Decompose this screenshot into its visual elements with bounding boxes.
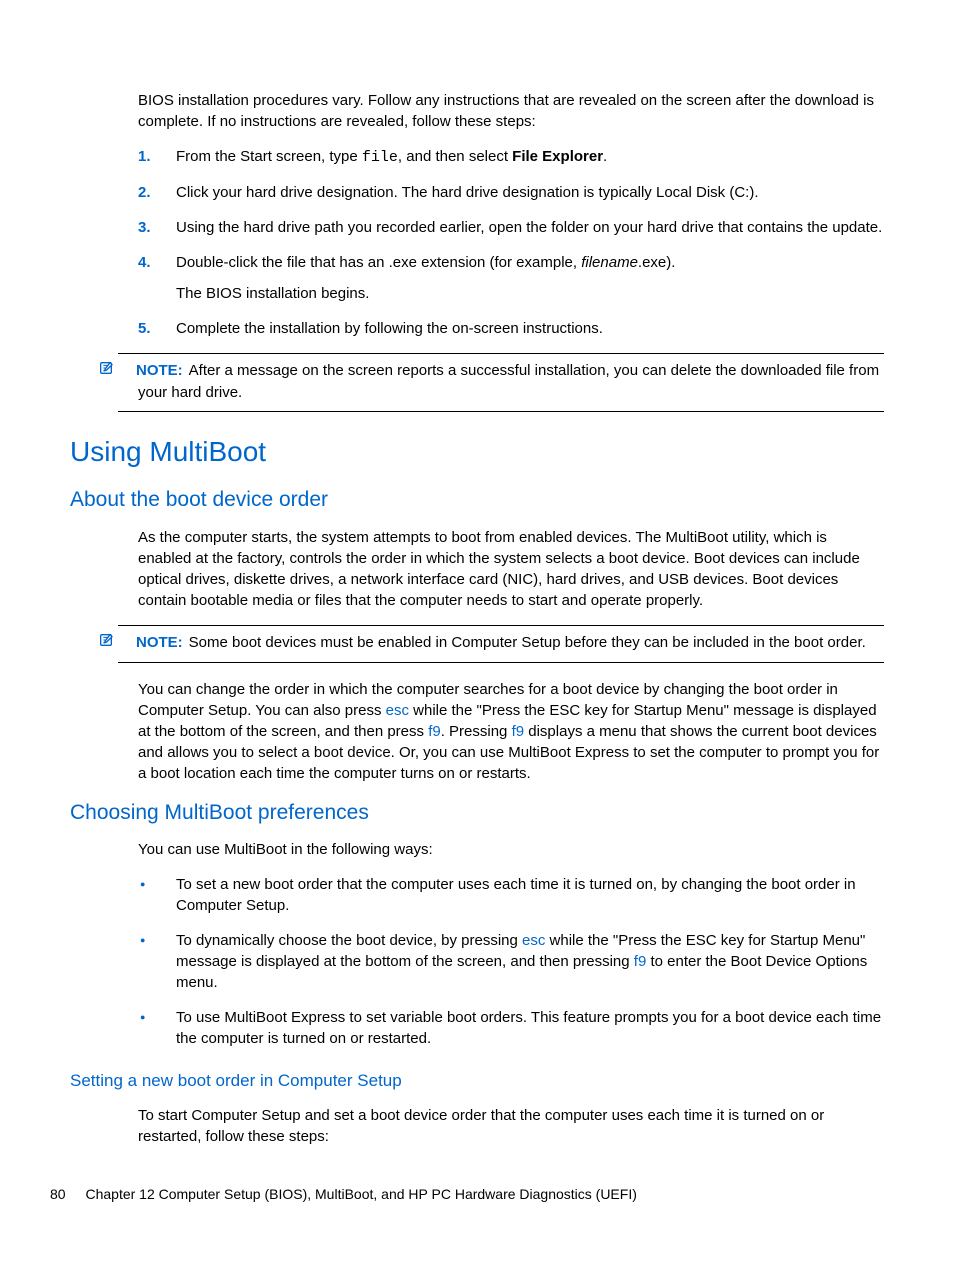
note-block-2: NOTE: Some boot devices must be enabled i… xyxy=(118,625,884,663)
about-paragraph: As the computer starts, the system attem… xyxy=(138,527,884,611)
step-number: 5. xyxy=(138,318,151,339)
bullet-text: To set a new boot order that the compute… xyxy=(176,876,856,914)
code-text: file xyxy=(362,149,398,166)
step-text: From the Start screen, type xyxy=(176,148,362,165)
heading-using-multiboot: Using MultiBoot xyxy=(70,432,884,471)
step-text: Click your hard drive designation. The h… xyxy=(176,184,759,201)
bios-steps-list: 1. From the Start screen, type file, and… xyxy=(138,146,884,339)
step-text: . xyxy=(603,148,607,165)
note-icon xyxy=(118,360,136,382)
italic-text: filename xyxy=(581,254,638,271)
note-block-1: NOTE:After a message on the screen repor… xyxy=(118,353,884,412)
step-number: 3. xyxy=(138,217,151,238)
note-icon xyxy=(118,632,136,654)
heading-setting-new-boot-order: Setting a new boot order in Computer Set… xyxy=(70,1069,884,1093)
step-text: Complete the installation by following t… xyxy=(176,320,603,337)
step-sub-paragraph: The BIOS installation begins. xyxy=(176,283,884,304)
change-order-paragraph: You can change the order in which the co… xyxy=(138,679,884,784)
step-number: 2. xyxy=(138,182,151,203)
note-text: Some boot devices must be enabled in Com… xyxy=(189,634,866,651)
step-text: , and then select xyxy=(398,148,512,165)
note-text: After a message on the screen reports a … xyxy=(138,362,879,401)
bullet-text: To use MultiBoot Express to set variable… xyxy=(176,1009,881,1047)
step-text: Double-click the file that has an .exe e… xyxy=(176,254,581,271)
key-esc: esc xyxy=(522,932,545,949)
step-4: 4. Double-click the file that has an .ex… xyxy=(138,252,884,304)
bold-text: File Explorer xyxy=(512,148,603,165)
step-3: 3. Using the hard drive path you recorde… xyxy=(138,217,884,238)
list-item: To use MultiBoot Express to set variable… xyxy=(138,1007,884,1049)
prefs-intro-paragraph: You can use MultiBoot in the following w… xyxy=(138,839,884,860)
step-number: 4. xyxy=(138,252,151,273)
page-number: 80 xyxy=(50,1186,66,1202)
heading-about-boot-order: About the boot device order xyxy=(70,485,884,514)
heading-choosing-preferences: Choosing MultiBoot preferences xyxy=(70,798,884,827)
step-1: 1. From the Start screen, type file, and… xyxy=(138,146,884,168)
note-label: NOTE: xyxy=(136,362,183,379)
multiboot-ways-list: To set a new boot order that the compute… xyxy=(138,874,884,1049)
step-number: 1. xyxy=(138,146,151,167)
step-text: Using the hard drive path you recorded e… xyxy=(176,219,882,236)
step-2: 2. Click your hard drive designation. Th… xyxy=(138,182,884,203)
step-text: .exe). xyxy=(638,254,676,271)
page-footer: 80 Chapter 12 Computer Setup (BIOS), Mul… xyxy=(50,1185,637,1205)
text: To dynamically choose the boot device, b… xyxy=(176,932,522,949)
key-esc: esc xyxy=(386,702,409,719)
intro-paragraph: BIOS installation procedures vary. Follo… xyxy=(138,90,884,132)
key-f9: f9 xyxy=(634,953,647,970)
setting-paragraph: To start Computer Setup and set a boot d… xyxy=(138,1105,884,1147)
note-label: NOTE: xyxy=(136,634,183,651)
step-5: 5. Complete the installation by followin… xyxy=(138,318,884,339)
key-f9: f9 xyxy=(428,723,441,740)
chapter-title: Chapter 12 Computer Setup (BIOS), MultiB… xyxy=(85,1186,636,1202)
key-f9: f9 xyxy=(512,723,525,740)
text: . Pressing xyxy=(441,723,512,740)
list-item: To set a new boot order that the compute… xyxy=(138,874,884,916)
list-item: To dynamically choose the boot device, b… xyxy=(138,930,884,993)
